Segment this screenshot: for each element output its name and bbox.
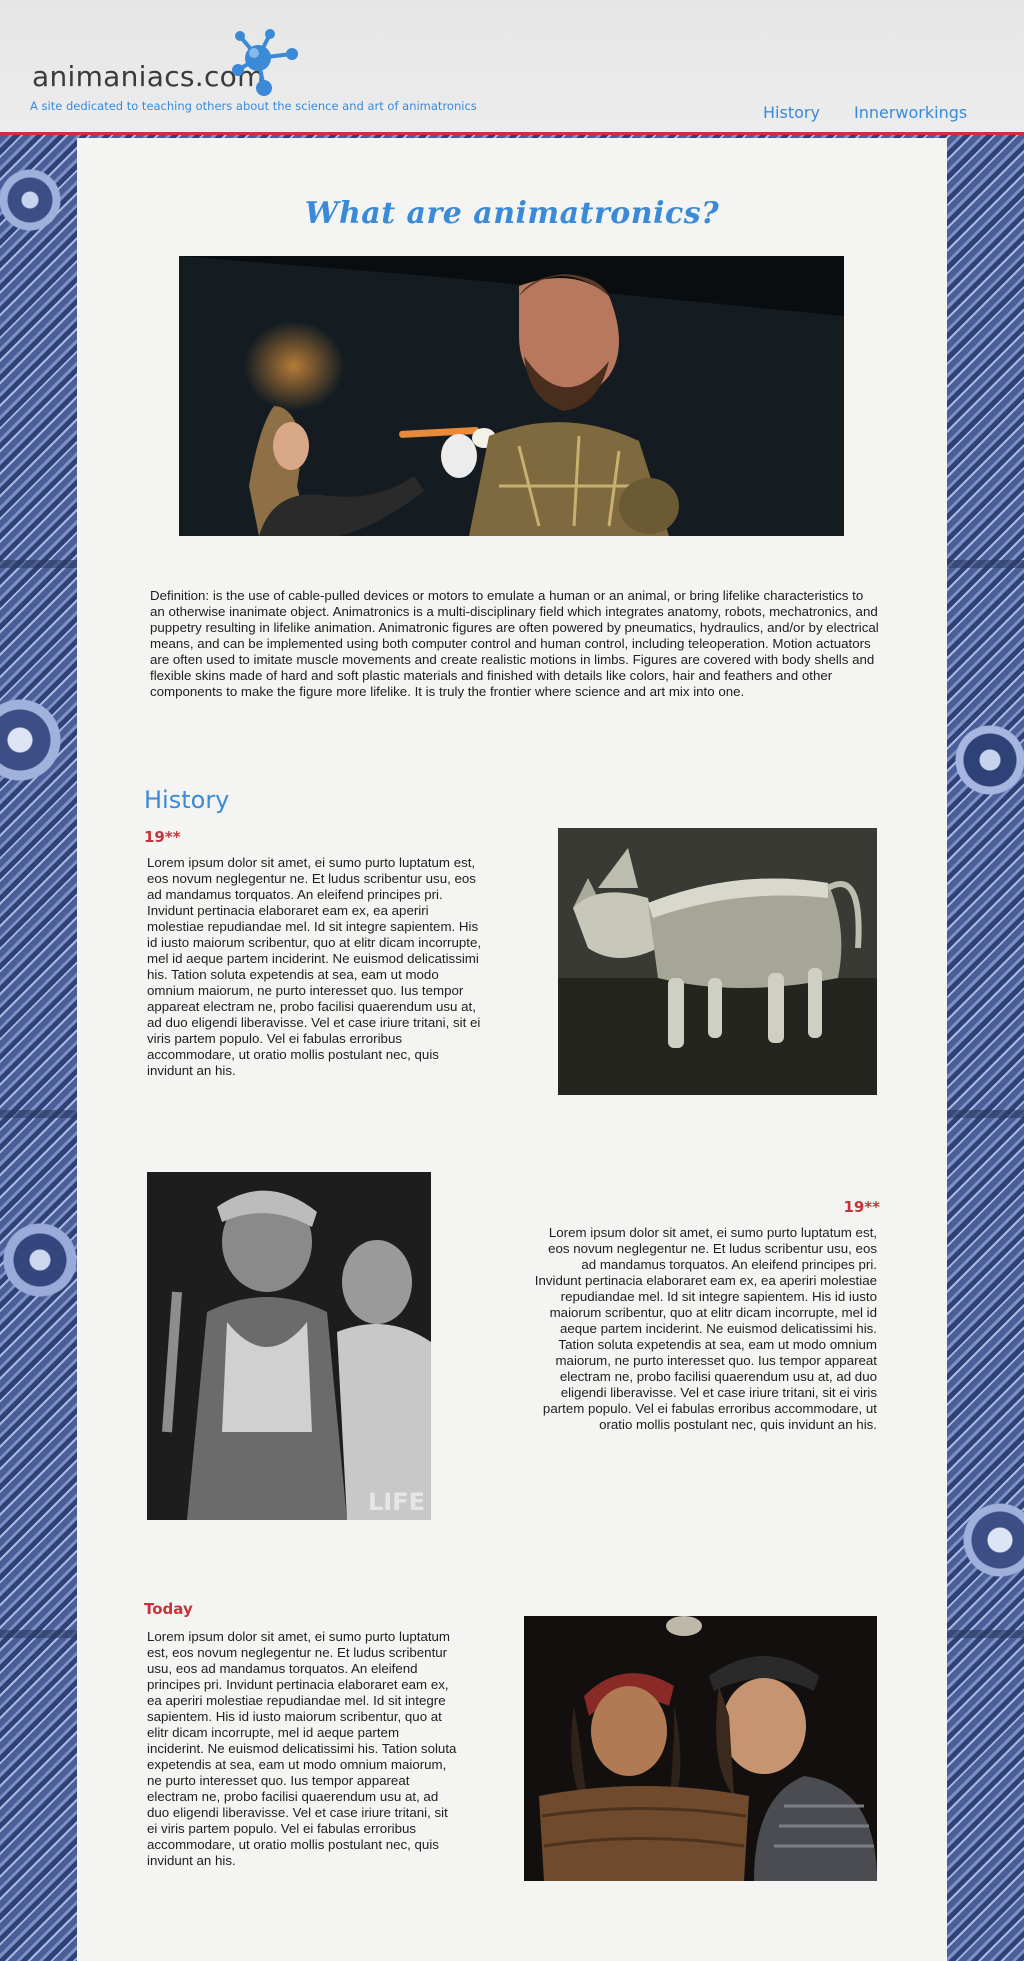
era-label: 19**	[144, 828, 181, 846]
molecule-logo-icon	[232, 29, 298, 96]
nav-innerworkings-link[interactable]: Innerworkings	[854, 103, 967, 122]
main-content: What are animatronics? Definition: is th…	[77, 138, 947, 1961]
hero-image	[179, 256, 844, 536]
life-watermark: LIFE	[367, 1488, 425, 1516]
history-text: Lorem ipsum dolor sit amet, ei sumo purt…	[534, 1225, 877, 1432]
page-title: What are animatronics?	[304, 196, 720, 231]
definition-text: Definition: is the use of cable-pulled d…	[150, 588, 879, 699]
nav-history-link[interactable]: History	[763, 103, 820, 122]
era-label: 19**	[843, 1198, 880, 1216]
pirate-wax-figure-image	[524, 1616, 877, 1881]
history-heading: History	[144, 786, 230, 814]
history-text: Lorem ipsum dolor sit amet, ei sumo purt…	[147, 855, 482, 1078]
pirate-animatronic-illustration	[147, 1172, 431, 1520]
pirate-and-actor-illustration	[524, 1616, 877, 1881]
history-text: Lorem ipsum dolor sit amet, ei sumo purt…	[147, 1629, 457, 1868]
mechanical-dog-illustration	[558, 828, 877, 1095]
era-label: Today	[144, 1600, 193, 1618]
mechanical-dog-image	[558, 828, 877, 1095]
animatronic-lincoln-illustration	[179, 256, 844, 536]
site-header: animaniacs.com A site dedicated to teach…	[0, 0, 1024, 135]
site-tagline: A site dedicated to teaching others abou…	[30, 99, 477, 113]
pirate-figure-image: LIFE	[147, 1172, 431, 1520]
